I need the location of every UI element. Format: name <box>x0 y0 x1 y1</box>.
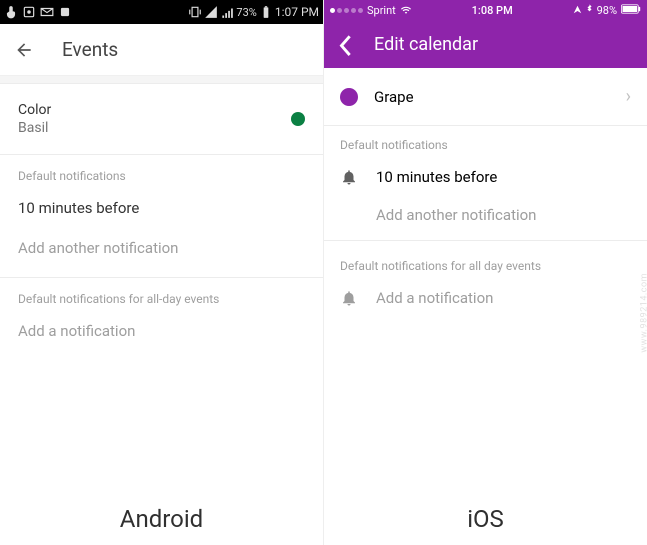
default-notifications-section: Default notifications 10 minutes before … <box>0 154 323 277</box>
mail-icon <box>40 5 54 19</box>
back-chevron-icon[interactable] <box>338 34 352 54</box>
network-icon <box>220 5 234 19</box>
notification-value: 10 minutes before <box>18 199 139 217</box>
add-allday-notification-row[interactable]: Add a notification <box>18 316 305 346</box>
chevron-right-icon: › <box>626 86 631 107</box>
carrier-label: Sprint <box>367 4 396 17</box>
clock-time: 1:07 PM <box>275 5 319 19</box>
battery-icon <box>621 4 641 17</box>
color-row[interactable]: Grape › <box>324 68 647 126</box>
add-notification-label: Add a notification <box>376 289 493 307</box>
signal-icon <box>204 5 218 19</box>
add-notification-row[interactable]: Add another notification <box>324 196 647 234</box>
location-icon <box>573 4 582 17</box>
section-label: Default notifications for all day events <box>324 247 647 279</box>
color-value: Grape <box>374 88 610 106</box>
add-notification-row[interactable]: Add another notification <box>18 233 305 263</box>
wifi-icon <box>400 5 412 15</box>
battery-percent: 98% <box>597 4 617 17</box>
touch-icon <box>4 5 18 19</box>
ios-status-bar: Sprint 1:08 PM 98% <box>324 0 647 20</box>
screenshot-icon <box>22 5 36 19</box>
color-value: Basil <box>18 120 51 136</box>
add-notification-label: Add another notification <box>18 239 178 257</box>
clock-time: 1:08 PM <box>472 4 513 17</box>
ios-screen: Sprint 1:08 PM 98% Edit calendar <box>324 0 647 545</box>
section-label: Default notifications <box>324 126 647 158</box>
add-notification-label: Add another notification <box>376 206 536 224</box>
ios-app-bar: Edit calendar <box>324 20 647 68</box>
section-label: Default notifications for all-day events <box>18 292 305 306</box>
allday-notifications-section: Default notifications for all-day events… <box>0 277 323 360</box>
notification-row[interactable]: 10 minutes before <box>324 158 647 196</box>
android-app-bar: Events <box>0 24 323 76</box>
section-label: Default notifications <box>18 169 305 183</box>
notification-value: 10 minutes before <box>376 168 497 186</box>
page-title: Edit calendar <box>374 34 478 55</box>
battery-percent: 73% <box>236 6 256 19</box>
color-swatch-icon <box>340 88 358 106</box>
color-section[interactable]: Color Basil <box>0 84 323 154</box>
signal-dots-icon <box>330 8 363 13</box>
notification-icon <box>58 5 72 19</box>
vibrate-icon <box>188 5 202 19</box>
platform-caption: iOS <box>324 505 647 533</box>
battery-icon <box>259 5 273 19</box>
android-status-bar: 73% 1:07 PM <box>0 0 323 24</box>
bell-icon <box>340 168 358 186</box>
android-screen: 73% 1:07 PM Events Color Basil <box>0 0 324 545</box>
watermark: www.989214.com <box>640 273 647 353</box>
page-title: Events <box>62 38 118 61</box>
add-allday-notification-row[interactable]: Add a notification <box>324 279 647 317</box>
bluetooth-icon <box>586 3 593 17</box>
color-swatch-icon <box>291 112 305 126</box>
add-notification-label: Add a notification <box>18 322 135 340</box>
platform-caption: Android <box>0 505 323 533</box>
notification-row[interactable]: 10 minutes before <box>18 193 305 223</box>
back-arrow-icon[interactable] <box>14 40 34 60</box>
color-label: Color <box>18 102 51 118</box>
bell-icon <box>340 289 358 307</box>
